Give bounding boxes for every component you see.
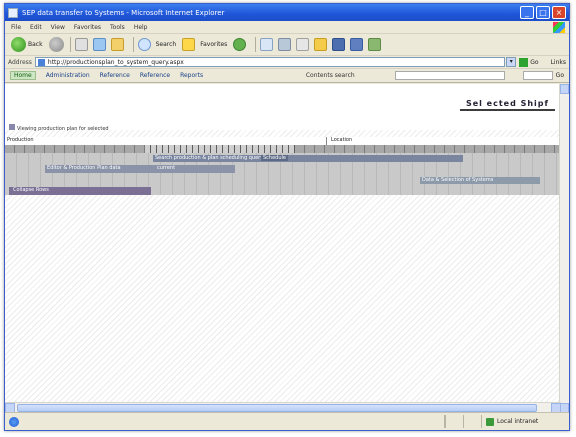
address-dropdown-icon[interactable]: ▾	[506, 57, 517, 67]
page-description-text: Viewing production plan for selected	[17, 126, 109, 132]
grid-row-schedule-tag: Schedule	[261, 155, 288, 161]
search-icon[interactable]	[137, 38, 151, 51]
grid-row-editor-value: current	[157, 165, 176, 171]
go-button[interactable]: Go	[519, 57, 539, 67]
site-nav-bar: Home Administration Reference Reference …	[5, 69, 569, 83]
vertical-scrollbar[interactable]	[559, 84, 569, 413]
menu-bar: File Edit View Favorites Tools Help	[5, 21, 569, 34]
back-label[interactable]: Back	[28, 41, 43, 48]
refresh-icon[interactable]	[92, 38, 106, 51]
go-label: Go	[530, 58, 539, 66]
favorites-label[interactable]: Favorites	[200, 41, 227, 48]
back-arrow-icon[interactable]	[11, 37, 26, 52]
status-bar: Local intranet	[5, 412, 569, 430]
zone-label: Local intranet	[497, 418, 539, 425]
address-field[interactable]: http://productionsplan_to_system_query.a…	[34, 57, 506, 67]
grid-row-editor-label: Editor & Production Plan data	[47, 165, 121, 171]
minimize-button[interactable]: _	[520, 6, 534, 19]
toolbar-divider	[132, 37, 134, 52]
status-pane-small	[445, 415, 463, 428]
page-description: Viewing production plan for selected	[9, 124, 109, 132]
page-content: Sel ected Shipf Viewing production plan …	[5, 84, 561, 413]
menu-tools[interactable]: Tools	[110, 24, 125, 31]
favorites-star-icon[interactable]	[182, 38, 196, 51]
messenger-icon[interactable]	[350, 38, 364, 51]
search-scope-select[interactable]	[522, 71, 553, 80]
grid-row-search[interactable]: Search production & plan scheduling quer…	[153, 155, 463, 162]
menu-view[interactable]: View	[51, 24, 65, 31]
address-label: Address	[8, 58, 32, 66]
nav-tab-home[interactable]: Home	[10, 71, 36, 80]
mail-icon[interactable]	[278, 38, 292, 51]
collapse-rows-label: Collapse Rows	[13, 187, 49, 193]
nav-tab-reference[interactable]: Reference	[100, 72, 130, 79]
history-icon[interactable]	[260, 38, 274, 51]
nav-tab-reports[interactable]: Reports	[180, 72, 203, 79]
grid-row-selection-label: Data & Selection of Systems	[422, 177, 494, 183]
info-icon	[9, 124, 15, 130]
menu-file[interactable]: File	[11, 24, 21, 31]
go-arrow-icon	[519, 57, 529, 67]
window-title: SEP data transfer to Systems - Microsoft…	[22, 8, 225, 17]
forward-arrow-icon[interactable]	[48, 37, 64, 52]
print-icon[interactable]	[296, 38, 310, 51]
nav-tab-reference-2[interactable]: Reference	[140, 72, 170, 79]
maximize-button[interactable]: □	[536, 6, 550, 19]
security-zone: Local intranet	[481, 415, 569, 428]
grid-row-search-label: Search production & plan scheduling quer…	[155, 155, 264, 161]
horizontal-scroll-thumb[interactable]	[17, 404, 537, 412]
intranet-zone-icon	[486, 417, 494, 426]
horizontal-scrollbar[interactable]	[5, 402, 561, 413]
research-icon[interactable]	[368, 38, 382, 51]
selected-shipf-button[interactable]: Sel ected Shipf	[459, 99, 555, 111]
status-pane-small-2	[463, 415, 481, 428]
media-icon[interactable]	[233, 38, 247, 51]
page-header-area: Sel ected Shipf Viewing production plan …	[5, 84, 561, 132]
browser-window: SEP data transfer to Systems - Microsoft…	[4, 3, 570, 431]
location-field[interactable]: Location	[327, 137, 352, 145]
address-bar: Address http://productionsplan_to_system…	[5, 56, 569, 69]
address-url[interactable]: http://productionsplan_to_system_query.a…	[48, 59, 184, 66]
ie-page-icon	[8, 7, 18, 18]
discuss-icon[interactable]	[332, 38, 346, 51]
close-button[interactable]: ×	[552, 6, 566, 19]
toolbar-divider	[255, 37, 257, 52]
links-label[interactable]: Links	[551, 59, 566, 66]
grid-row-selection[interactable]: Data & Selection of Systems	[420, 177, 540, 184]
collapse-rows-button[interactable]: Collapse Rows	[9, 187, 151, 195]
folder-icon[interactable]	[314, 38, 328, 51]
page-icon	[37, 58, 45, 66]
content-search-input[interactable]	[394, 71, 505, 80]
scroll-up-icon[interactable]	[560, 84, 569, 94]
toolbar-divider	[69, 37, 71, 52]
menu-help[interactable]: Help	[134, 24, 148, 31]
production-field[interactable]: Production	[5, 137, 327, 145]
home-icon[interactable]	[110, 38, 124, 51]
content-search-label: Contents search	[305, 72, 355, 79]
search-label[interactable]: Search	[156, 41, 177, 48]
grid-selected-columns[interactable]	[145, 145, 295, 153]
grid-column-headers	[5, 145, 561, 153]
search-go-button[interactable]: Go	[556, 72, 564, 79]
nav-tab-administration[interactable]: Administration	[46, 72, 90, 79]
menu-favorites[interactable]: Favorites	[74, 24, 101, 31]
field-row: Production Location	[5, 137, 561, 145]
menu-edit[interactable]: Edit	[30, 24, 42, 31]
ie-status-icon	[9, 416, 19, 427]
standard-toolbar: Back Search Favorites	[5, 34, 569, 56]
windows-logo-icon	[553, 22, 565, 33]
schedule-grid: Search production & plan scheduling quer…	[5, 153, 561, 195]
stop-icon[interactable]	[74, 38, 88, 51]
title-bar: SEP data transfer to Systems - Microsoft…	[5, 4, 569, 21]
grid-row-editor[interactable]: Editor & Production Plan data current	[45, 165, 235, 173]
